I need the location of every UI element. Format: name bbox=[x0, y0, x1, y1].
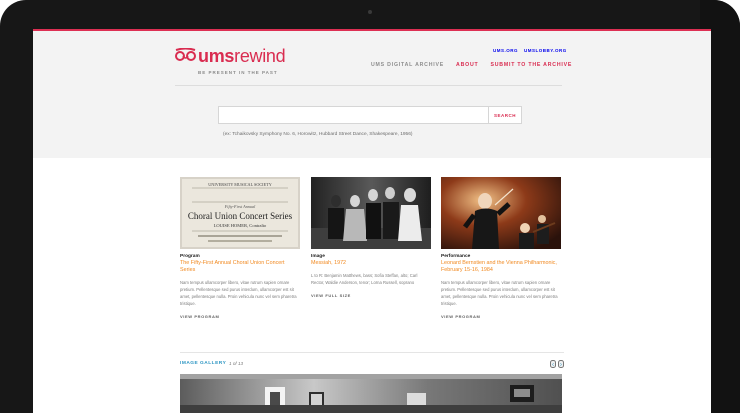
performance-card-type: Performance bbox=[441, 254, 471, 259]
device-mockup: umsrewind BE PRESENT IN THE PAST UMS.ORG… bbox=[0, 0, 740, 413]
site-logo-wordmark: umsrewind bbox=[198, 46, 286, 66]
main-navigation: UMS DIGITAL ARCHIVE ABOUT SUBMIT TO THE … bbox=[371, 62, 572, 68]
utility-links: UMS.ORG UMSLOBBY.ORG bbox=[493, 48, 567, 53]
messiah-photo-thumbnail[interactable] bbox=[311, 177, 431, 249]
gallery-divider bbox=[180, 352, 564, 353]
search-bar: SEARCH bbox=[218, 106, 522, 124]
program-image-series: Choral Union Concert Series bbox=[188, 211, 293, 221]
performance-photo-thumbnail[interactable] bbox=[441, 177, 561, 249]
site-tagline: BE PRESENT IN THE PAST bbox=[198, 70, 278, 75]
utility-link-umslobby-org[interactable]: UMSLOBBY.ORG bbox=[524, 48, 567, 53]
image-gallery-preview[interactable] bbox=[180, 374, 562, 413]
gallery-previous-button[interactable] bbox=[550, 360, 556, 368]
archive-card-program[interactable]: UNIVERSITY MUSICAL SOCIETY Fifty-First A… bbox=[180, 177, 300, 319]
logo-rewind-text: rewind bbox=[234, 46, 286, 66]
program-image-season: Fifty-First Annual bbox=[224, 204, 256, 209]
program-thumbnail[interactable]: UNIVERSITY MUSICAL SOCIETY Fifty-First A… bbox=[180, 177, 300, 249]
archive-card-performance[interactable]: Performance Leonard Bernstien and the Vi… bbox=[441, 177, 561, 319]
nav-digital-archive[interactable]: UMS DIGITAL ARCHIVE bbox=[371, 62, 444, 68]
view-performance-program-button[interactable]: VIEW PROGRAM bbox=[441, 314, 561, 319]
search-input[interactable] bbox=[219, 107, 488, 123]
browser-viewport: umsrewind BE PRESENT IN THE PAST UMS.ORG… bbox=[33, 29, 711, 413]
view-program-button[interactable]: VIEW PROGRAM bbox=[180, 314, 300, 319]
program-card-title[interactable]: The Fifty-First Annual Choral Union Conc… bbox=[180, 260, 300, 274]
gallery-next-button[interactable] bbox=[558, 360, 564, 368]
logo-ums-text: ums bbox=[198, 46, 235, 66]
program-card-meta: Program The Fifty-First Annual Choral Un… bbox=[180, 254, 300, 319]
image-gallery-toolbar: IMAGE GALLERY 1 of 13 bbox=[180, 360, 564, 370]
archive-card-image[interactable]: Image Messiah, 1972 L to R: Benjamin Mat… bbox=[311, 177, 431, 298]
image-card-title[interactable]: Messiah, 1972 bbox=[311, 260, 431, 267]
home-logo-link[interactable]: umsrewind bbox=[175, 46, 286, 66]
site-header: umsrewind BE PRESENT IN THE PAST UMS.ORG… bbox=[33, 29, 711, 158]
performance-card-meta: Performance Leonard Bernstien and the Vi… bbox=[441, 254, 561, 319]
image-gallery-count: 1 of 13 bbox=[229, 361, 244, 366]
nav-about[interactable]: ABOUT bbox=[456, 62, 478, 68]
program-card-description: Nam tempus ullamcorper libero, vitae rut… bbox=[180, 280, 297, 306]
image-gallery-label: IMAGE GALLERY bbox=[180, 361, 227, 366]
chevron-left-icon bbox=[552, 362, 554, 366]
program-image-society: UNIVERSITY MUSICAL SOCIETY bbox=[208, 182, 271, 187]
camera-icon bbox=[368, 10, 372, 14]
search-examples: (ex: Tchaikovsky Symphony No. 6, Horowit… bbox=[223, 132, 413, 137]
ums-logo-icon bbox=[175, 47, 196, 65]
featured-archive-items: UNIVERSITY MUSICAL SOCIETY Fifty-First A… bbox=[180, 177, 564, 347]
image-card-description: L to R: Benjamin Matthews, bass; Sofia S… bbox=[311, 273, 418, 285]
gallery-arrows bbox=[550, 360, 564, 368]
view-full-size-button[interactable]: VIEW FULL SIZE bbox=[311, 293, 431, 298]
performance-card-title[interactable]: Leonard Bernstien and the Vienna Philhar… bbox=[441, 260, 561, 274]
image-card-type: Image bbox=[311, 254, 325, 259]
image-card-meta: Image Messiah, 1972 L to R: Benjamin Mat… bbox=[311, 254, 431, 298]
header-divider bbox=[175, 85, 562, 86]
search-button[interactable]: SEARCH bbox=[488, 107, 521, 123]
chevron-right-icon bbox=[560, 362, 562, 366]
performance-card-description: Nam tempus ullamcorper libero, vitae rut… bbox=[441, 280, 558, 306]
program-card-type: Program bbox=[180, 254, 200, 259]
utility-link-ums-org[interactable]: UMS.ORG bbox=[493, 48, 518, 53]
nav-submit-archive[interactable]: SUBMIT TO THE ARCHIVE bbox=[490, 62, 572, 68]
